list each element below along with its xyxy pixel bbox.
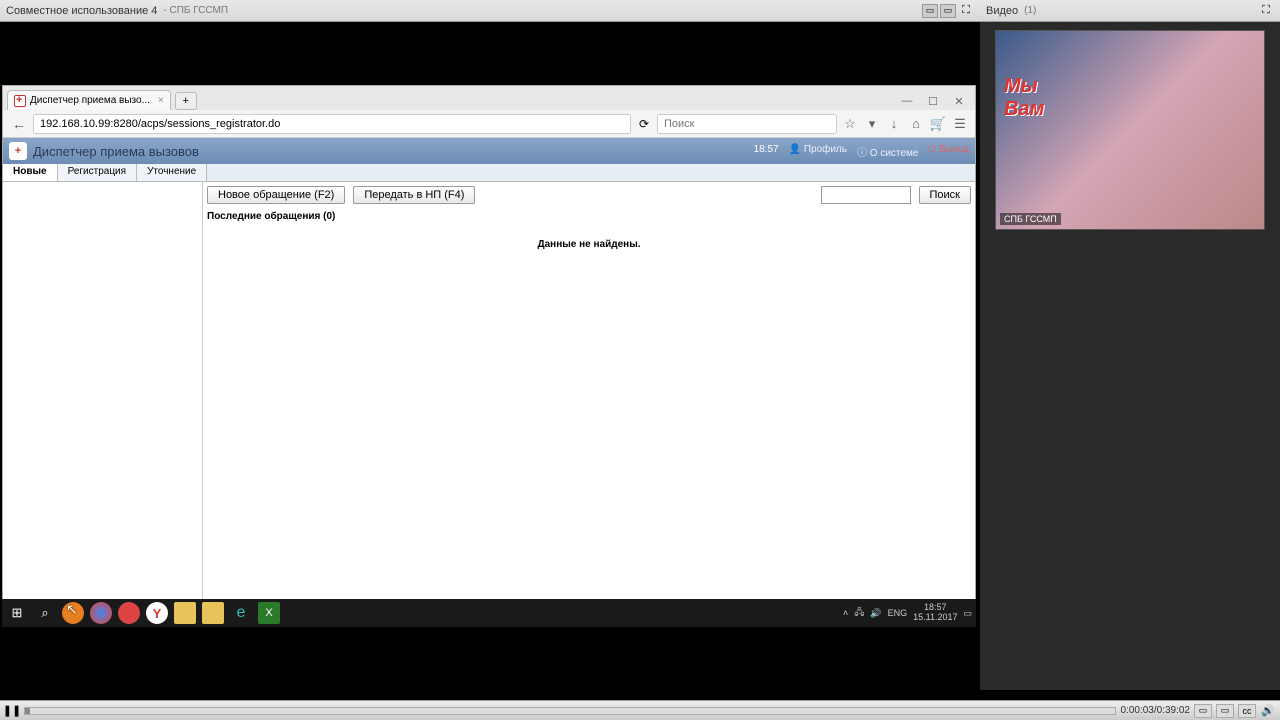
video-panel: Мы Вам СПБ ГССМП [980,22,1280,690]
browser-search-input[interactable] [657,114,837,134]
firefox-icon[interactable] [62,602,84,624]
menu-icon[interactable]: ☰ [951,115,969,133]
browser-window: Диспетчер приема вызо... × + — ☐ ✕ ← ⟳ ☆… [2,85,976,627]
app-clock: 18:57 [754,144,779,159]
excel-icon[interactable]: X [258,602,280,624]
tray-network-icon[interactable]: 🖧 [854,605,864,621]
back-button[interactable]: ← [9,114,29,134]
url-input[interactable] [33,114,631,134]
video-titlebar: Видео (1) ⛶ [980,0,1280,22]
bookmark-icon[interactable]: ☆ [841,115,859,133]
volume-icon[interactable]: 🔊 [1260,703,1276,719]
tab-new[interactable]: Новые [3,164,58,181]
screenshare-titlebar: Совместное использование 4 - СПБ ГССМП ▭… [0,0,980,22]
fullscreen-icon[interactable]: ⛶ [958,4,974,18]
screenshare-suffix: - СПБ ГССМП [163,5,228,16]
tab-clarify[interactable]: Уточнение [137,164,207,181]
video-overlay-text: Мы Вам [1004,75,1044,121]
video-count: (1) [1024,5,1036,16]
tab-title: Диспетчер приема вызо... [30,95,150,106]
tab-register[interactable]: Регистрация [58,164,137,181]
logout-link[interactable]: ⏻ Выход [928,144,969,159]
timecode: 0:00:03/0:39:02 [1120,705,1190,716]
content-area: Новое обращение (F2) Передать в НП (F4) … [3,182,975,626]
player-screen-icon[interactable]: ▭ [1216,704,1234,718]
url-bar: ← ⟳ ☆ ▾ ↓ ⌂ 🛒 ☰ [3,110,975,138]
no-data-message: Данные не найдены. [207,239,971,250]
cart-icon[interactable]: 🛒 [929,115,947,133]
start-button[interactable]: ⊞ [6,602,28,624]
home-icon[interactable]: ⌂ [907,115,925,133]
chrome-icon[interactable] [90,602,112,624]
explorer-icon[interactable] [202,602,224,624]
new-tab-button[interactable]: + [175,92,197,110]
tray-lang[interactable]: ENG [888,608,908,618]
recent-requests-title: Последние обращения (0) [207,208,971,225]
player-bar: ❚❚ 0:00:03/0:39:02 ▭ ▭ cc 🔊 [0,700,1280,720]
folder-icon[interactable] [174,602,196,624]
reload-icon[interactable]: ⟳ [635,115,653,133]
profile-link[interactable]: 👤 Профиль [789,144,847,159]
app-header: + Диспетчер приема вызовов 18:57 👤 Профи… [3,138,975,164]
progress-fill [25,708,30,714]
layout-icon-1[interactable]: ▭ [922,4,938,18]
window-maximize-button[interactable]: ☐ [921,92,945,110]
tab-favicon-icon [14,95,26,107]
window-close-button[interactable]: ✕ [947,92,971,110]
layout-icon-2[interactable]: ▭ [940,4,956,18]
action-bar: Новое обращение (F2) Передать в НП (F4) … [207,186,971,204]
system-tray: ˄ 🖧 🔊 ENG 18:57 15.11.2017 ▭ [843,603,972,623]
pause-button[interactable]: ❚❚ [4,703,20,719]
taskbar-search-icon[interactable]: ⌕ [34,602,56,624]
download-icon[interactable]: ↓ [885,115,903,133]
tray-volume-icon[interactable]: 🔊 [870,608,881,619]
pocket-icon[interactable]: ▾ [863,115,881,133]
transfer-button[interactable]: Передать в НП (F4) [353,186,475,204]
window-minimize-button[interactable]: — [895,92,919,110]
tab-close-icon[interactable]: × [158,95,164,106]
player-cc-icon[interactable]: cc [1238,704,1256,718]
screenshare-region: Диспетчер приема вызо... × + — ☐ ✕ ← ⟳ ☆… [0,22,980,690]
new-request-button[interactable]: Новое обращение (F2) [207,186,345,204]
tray-notification-icon[interactable]: ▭ [963,608,972,619]
video-thumbnail[interactable]: Мы Вам СПБ ГССМП [995,30,1265,230]
main-panel: Новое обращение (F2) Передать в НП (F4) … [203,182,975,626]
app-title: Диспетчер приема вызовов [33,144,199,159]
app-search-button[interactable]: Поиск [919,186,971,204]
tray-clock[interactable]: 18:57 15.11.2017 [913,603,957,623]
windows-taskbar: ⊞ ⌕ Y e X ˄ 🖧 🔊 ENG 18:57 15.11.2017 ▭ [2,599,976,627]
tab-strip: Диспетчер приема вызо... × + — ☐ ✕ [3,86,975,110]
app-tabs: Новые Регистрация Уточнение [3,164,975,182]
video-title: Видео [986,5,1018,17]
tray-chevron-icon[interactable]: ˄ [843,608,848,618]
browser-tab[interactable]: Диспетчер приема вызо... × [7,90,171,110]
opera-icon[interactable] [118,602,140,624]
yandex-icon[interactable]: Y [146,602,168,624]
video-fullscreen-icon[interactable]: ⛶ [1258,4,1274,18]
video-participant-label: СПБ ГССМП [1000,213,1061,225]
app-search-input[interactable] [821,186,911,204]
ie-icon[interactable]: e [230,602,252,624]
progress-bar[interactable] [24,707,1116,715]
app-logo-icon: + [9,142,27,160]
about-link[interactable]: ⓘ О системе [857,144,918,159]
screenshare-title: Совместное использование 4 [6,5,157,17]
player-layout-icon[interactable]: ▭ [1194,704,1212,718]
left-panel [3,182,203,626]
